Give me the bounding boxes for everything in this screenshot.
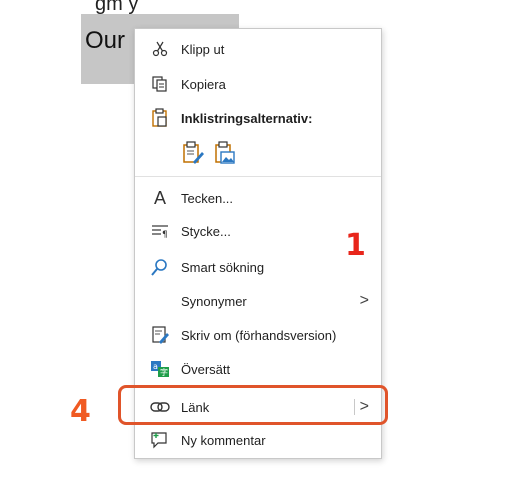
svg-text:字: 字: [160, 367, 168, 377]
menu-item-rewrite[interactable]: Skriv om (förhandsversion): [135, 320, 381, 350]
copy-icon: [149, 73, 171, 95]
menu-item-new-comment-label: Ny kommentar: [181, 432, 266, 448]
search-icon: [149, 256, 171, 278]
menu-item-paragraph-label: Stycke...: [181, 223, 231, 239]
new-comment-icon: [149, 429, 171, 451]
paste-picture-icon[interactable]: [213, 141, 237, 165]
menu-item-font-label: Tecken...: [181, 190, 234, 206]
menu-item-translate[interactable]: a 字 Översätt: [135, 354, 381, 384]
font-icon: A: [153, 187, 166, 208]
menu-item-rewrite-label: Skriv om (förhandsversion): [181, 327, 337, 343]
paste-options-header: Inklistringsalternativ:: [135, 103, 381, 133]
clipboard-icon: [149, 107, 171, 129]
link-highlight-annotation: [118, 385, 388, 425]
menu-item-translate-label: Översätt: [181, 361, 231, 377]
menu-item-smart-lookup-label: Smart sökning: [181, 259, 265, 275]
svg-text:a: a: [153, 362, 158, 371]
menu-item-copy[interactable]: Kopiera: [135, 69, 381, 99]
svg-text:¶: ¶: [162, 230, 168, 238]
paste-options-label: Inklistringsalternativ:: [181, 110, 313, 126]
separator: [135, 176, 381, 177]
scissors-icon: [149, 38, 171, 60]
paste-keep-formatting-icon[interactable]: [181, 141, 205, 165]
menu-item-new-comment[interactable]: Ny kommentar: [135, 425, 381, 455]
menu-item-synonyms[interactable]: Synonymer >: [135, 286, 381, 316]
translate-icon: a 字: [149, 358, 171, 380]
menu-item-font[interactable]: A Tecken...: [135, 183, 381, 213]
menu-item-copy-label: Kopiera: [181, 76, 226, 92]
step-number-callout-4: 4: [70, 394, 91, 429]
selected-text: Our: [85, 27, 126, 54]
paste-options-row: [181, 141, 237, 169]
chevron-right-icon: >: [359, 292, 369, 309]
menu-item-cut-label: Klipp ut: [181, 41, 225, 57]
rewrite-icon: [149, 324, 171, 346]
step-number-callout-1: 1: [345, 228, 366, 263]
paragraph-icon: ¶: [149, 220, 171, 242]
menu-item-cut[interactable]: Klipp ut: [135, 34, 381, 64]
menu-item-synonyms-label: Synonymer: [181, 293, 247, 309]
document-text-fragment: gm y: [95, 0, 139, 14]
